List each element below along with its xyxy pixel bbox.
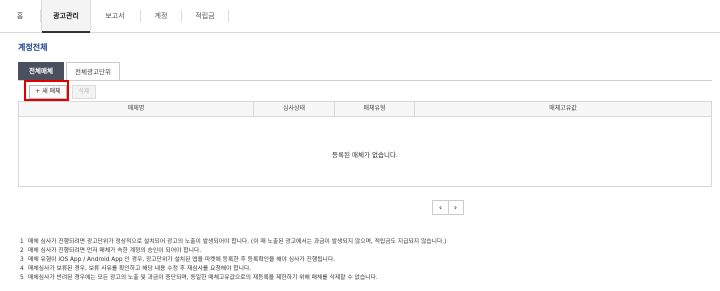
notice-list: 1 매체 심사가 진행되려면 광고단위가 정상적으로 설치되어 광고의 노출이 발…: [20, 238, 710, 283]
tab-home[interactable]: 홈: [0, 0, 40, 32]
notice-item: 5 매체심사가 반려된 경우에는 모든 광고의 노출 및 과금이 중단되며, 동일…: [20, 275, 378, 281]
table-header: 매체명 심사상태 매체유형 매체고유값: [19, 102, 711, 117]
column-header-media-type[interactable]: 매체유형: [335, 102, 415, 116]
column-header-media-unique-value[interactable]: 매체고유값: [415, 102, 711, 116]
column-header-media-name[interactable]: 매체명: [19, 102, 254, 116]
notice-item: 3 매체 유형이 iOS App / Android App 인 경우, 광고단위…: [20, 257, 336, 263]
subtab-all-ad-units[interactable]: 전체광고단위: [66, 62, 120, 80]
subtab-all-media[interactable]: 전체매체: [18, 62, 64, 80]
notice-item: 1 매체 심사가 진행되려면 광고단위가 정상적으로 설치되어 광고의 노출이 발…: [20, 239, 447, 245]
chevron-right-icon[interactable]: ›: [448, 201, 463, 214]
tab-account[interactable]: 계정: [141, 0, 181, 32]
tab-reserve[interactable]: 적립금: [182, 0, 228, 32]
notice-item: 2 매체 심사가 진행되려면 먼저 매체가 속한 계정의 승인이 되어야 합니다.: [20, 248, 202, 254]
notice-item: 4 매체심사가 보류된 경우, 보류 사유를 확인하고 해당 내용 수정 후 재심…: [20, 266, 252, 272]
tab-reports[interactable]: 보고서: [90, 0, 140, 32]
page-title: 계정전체: [18, 43, 48, 52]
top-navigation: 홈 광고관리 보고서 계정 적립금: [0, 0, 720, 33]
subtab-divider: [18, 80, 712, 81]
tab-divider: [228, 10, 229, 22]
empty-table-message: 등록된 매체가 없습니다.: [332, 151, 398, 159]
delete-button: 삭제: [72, 85, 96, 99]
media-table: 매체명 심사상태 매체유형 매체고유값 등록된 매체가 없습니다.: [18, 101, 712, 187]
column-header-review-status[interactable]: 심사상태: [254, 102, 335, 116]
new-media-button[interactable]: + 새 매체: [29, 85, 67, 99]
pagination: ‹ ›: [432, 200, 464, 215]
tab-ad-management[interactable]: 광고관리: [41, 0, 91, 33]
chevron-left-icon[interactable]: ‹: [433, 201, 449, 214]
